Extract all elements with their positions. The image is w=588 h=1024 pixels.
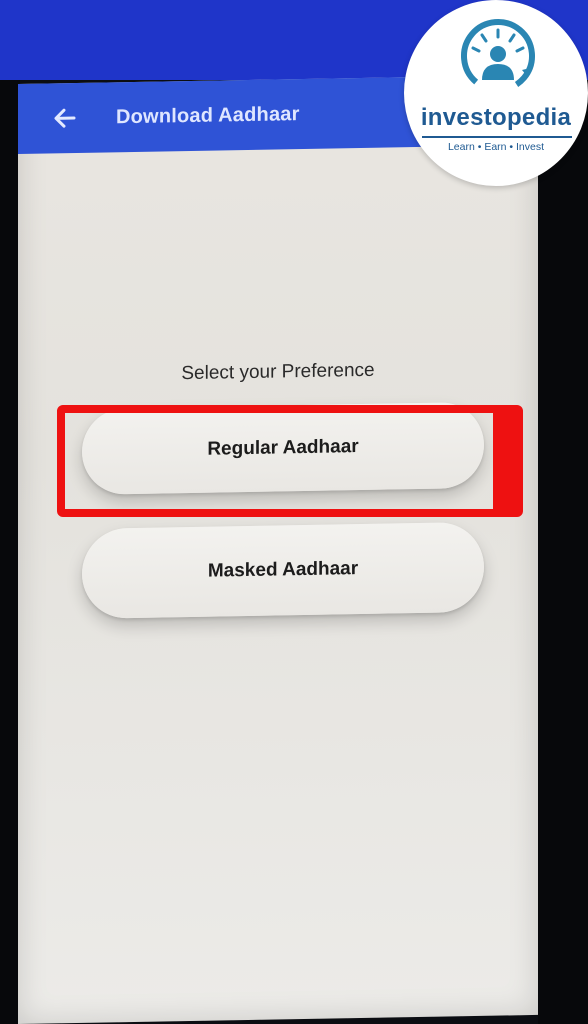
masked-aadhaar-button[interactable]: Masked Aadhaar [82,521,484,619]
preference-label: Select your Preference [181,359,375,385]
investopedia-logo: investopedia Learn • Earn • Invest [404,0,588,186]
logo-wordmark: investopedia [420,104,572,131]
left-bezel [0,80,20,1024]
highlight-annotation [57,405,523,517]
logo-divider [422,136,572,138]
page-title: Download Aadhaar [116,102,300,128]
arrow-left-icon[interactable] [52,105,78,131]
person-gauge-icon [460,18,536,94]
phone-screen: Download Aadhaar Select your Preference … [18,74,538,1024]
masked-aadhaar-label: Masked Aadhaar [207,558,359,582]
logo-tagline: Learn • Earn • Invest [447,141,545,153]
right-bezel [538,80,588,1024]
